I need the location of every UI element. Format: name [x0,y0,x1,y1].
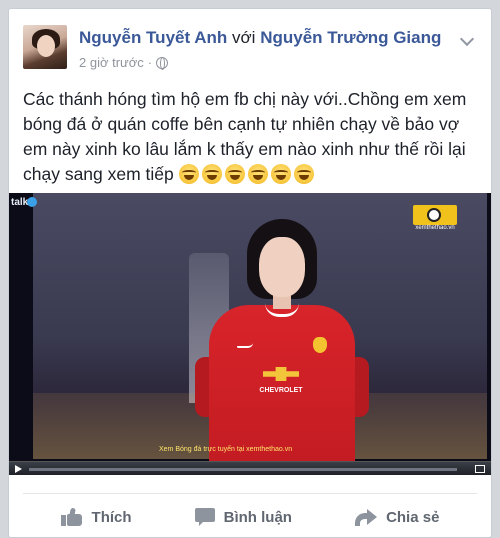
with-word: với [232,28,256,47]
actions-divider [23,493,477,494]
video-controls [9,461,491,475]
like-label: Thích [91,508,132,526]
laughing-tears-emoji-icon [178,164,199,184]
like-button[interactable]: Thích [60,507,132,526]
post-actions: Thích Bình luận Chia sẻ [9,495,491,537]
laughing-tears-emoji-icon [293,164,314,184]
share-button[interactable]: Chia sẻ [355,508,439,526]
channel-logo: xemthethao.vn [413,205,457,231]
laughing-tears-emoji-icon [247,164,268,184]
football-icon [427,208,441,222]
channel-url: xemthethao.vn [415,225,455,231]
video-presenter: CHEVROLET [179,217,379,475]
video-seek-bar[interactable] [29,468,457,471]
comment-button[interactable]: Bình luận [194,508,292,526]
author-avatar[interactable] [23,25,67,69]
talktv-logo-dot [27,197,37,207]
fullscreen-icon[interactable] [475,465,485,473]
post-text: Các thánh hóng tìm hộ em fb chị này với.… [23,87,475,187]
jersey-sponsor-text: CHEVROLET [259,387,303,394]
thumbs-up-icon [60,507,83,526]
laughing-tears-emoji-icon [201,164,222,184]
video-caption: Xem Bóng đá trực tuyến tại xemthethao.vn [159,446,293,453]
share-arrow-icon [355,508,378,526]
video-player[interactable]: talk xemthethao.vn CHEVROLET Xem Bóng đá… [9,193,491,475]
chevron-down-icon[interactable] [459,33,475,49]
talktv-logo: talk [11,197,39,221]
post-timestamp[interactable]: 2 giờ trước [79,55,144,70]
tagged-name-link[interactable]: Nguyễn Trường Giang [260,28,441,47]
presenter-face [259,237,305,297]
play-icon[interactable] [15,465,22,473]
post-meta: 2 giờ trước · [79,55,169,70]
post-card: Nguyễn Tuyết Anh với Nguyễn Trường Giang… [8,8,492,538]
comment-icon [194,508,215,526]
jersey-club-badge [313,337,327,353]
meta-separator: · [147,55,153,70]
emoji-group [178,164,317,184]
author-name-link[interactable]: Nguyễn Tuyết Anh [79,28,227,47]
post-author-line: Nguyễn Tuyết Anh với Nguyễn Trường Giang [79,28,441,48]
laughing-tears-emoji-icon [224,164,245,184]
talktv-logo-text: talk [11,197,29,208]
post-header: Nguyễn Tuyết Anh với Nguyễn Trường Giang… [23,25,477,85]
avatar-face [37,35,55,57]
share-label: Chia sẻ [386,508,440,526]
jersey-swoosh-logo [237,343,253,348]
comment-label: Bình luận [223,508,292,526]
laughing-tears-emoji-icon [270,164,291,184]
globe-icon[interactable] [156,56,169,70]
